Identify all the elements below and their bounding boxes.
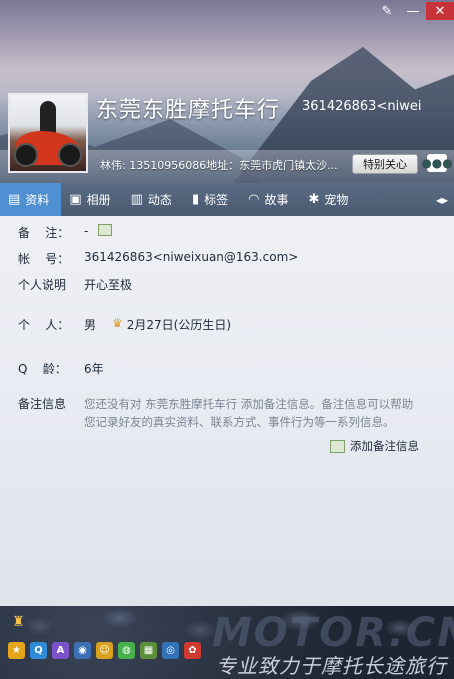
star-icon[interactable]: ★ [8, 642, 25, 659]
pet-icon[interactable]: ✿ [184, 642, 201, 659]
account-label: 帐 号： [18, 252, 70, 266]
qq-id: 361426863<niwei [302, 99, 422, 114]
crown-icon: ♛ [112, 316, 123, 330]
person-label: 个 人： [18, 318, 70, 332]
watermark-slogan: 专业致力于摩托长途旅行 [216, 654, 447, 678]
tab-label: 资料 [25, 193, 50, 207]
tab-label: 故事 [264, 193, 289, 207]
tab-label: 宠物 [324, 193, 349, 207]
qzone-icon[interactable]: Q [30, 642, 47, 659]
id-card-icon: ▤ [8, 192, 21, 207]
tab-label: 相册 [86, 193, 111, 207]
tab-story[interactable]: ◠ 故事 [240, 183, 300, 216]
signature: 林伟: 13510956086地址：东莞市虎门镇太沙... [100, 159, 338, 172]
window-controls: ✎ — ✕ [374, 2, 454, 20]
intro-label: 个人说明 [18, 278, 67, 292]
app-tray: ★ Q A ◉ ☺ ◍ ▦ ◎ ✿ [8, 642, 201, 659]
tab-label: 动态 [147, 193, 172, 207]
avatar[interactable] [8, 93, 88, 173]
tab-label: 标签 [204, 193, 229, 207]
gift-icon[interactable]: ▦ [140, 642, 157, 659]
badge-icon[interactable]: ♜ [12, 614, 25, 630]
rainbow-icon: ◠ [248, 192, 260, 207]
photo-icon: ▣ [69, 192, 82, 207]
age-value: 6年 [84, 362, 104, 376]
note-text: 您还没有对 东莞东胜摩托车行 添加备注信息。备注信息可以帮助您记录好友的真实资料… [84, 397, 414, 429]
age-label: Q 龄： [18, 362, 67, 376]
tab-album[interactable]: ▣ 相册 [61, 183, 122, 216]
note-row: 备注信息 [18, 395, 84, 412]
gender-value: 男 [84, 318, 97, 332]
intro-value: 开心至极 [84, 278, 133, 292]
bookmark-icon: ▮ [191, 192, 200, 207]
tab-feed[interactable]: ▥ 动态 [123, 183, 184, 216]
eye-icon[interactable]: ◎ [162, 642, 179, 659]
special-care-button[interactable]: 特别关心 [352, 154, 418, 174]
note-label: 备注信息 [18, 397, 67, 411]
tab-scroll-arrows[interactable]: ◂▸ [436, 193, 454, 207]
tab-pet[interactable]: ✱ 宠物 [300, 183, 360, 216]
tab-info[interactable]: ▤ 资料 [0, 183, 62, 216]
minimize-icon[interactable]: — [400, 2, 426, 20]
paw-icon: ✱ [308, 192, 320, 207]
remark-value: - [84, 224, 89, 238]
chat-bubble-icon[interactable]: ●●● [421, 154, 453, 172]
brush-icon[interactable]: ✎ [374, 2, 400, 20]
account-value: 361426863<niweixuan@163.com> [84, 250, 299, 264]
intro-row: 个人说明 开心至极 [18, 276, 132, 293]
account-row: 帐 号： 361426863<niweixuan@163.com> [18, 250, 298, 267]
edit-remark-icon[interactable] [98, 224, 113, 236]
person-row: 个 人： 男 ♛ 2月27日(公历生日) [18, 316, 231, 333]
profile-name: 东莞东胜摩托车行 [96, 98, 281, 123]
add-note-link[interactable]: 添加备注信息 [330, 438, 419, 454]
add-note-label: 添加备注信息 [350, 439, 419, 453]
remark-label: 备 注： [18, 226, 70, 240]
remark-row: 备 注： - [18, 224, 113, 241]
group-icon[interactable]: ☺ [96, 642, 113, 659]
feed-icon: ▥ [130, 192, 143, 207]
wechat-icon[interactable]: ◍ [118, 642, 135, 659]
camera-icon[interactable]: ◉ [74, 642, 91, 659]
profile-tabs: ▤ 资料 ▣ 相册 ▥ 动态 ▮ 标签 ◠ 故事 ✱ 宠物 ◂▸ [0, 183, 454, 216]
app-icon[interactable]: A [52, 642, 69, 659]
add-note-icon [330, 439, 345, 453]
birthday-value: 2月27日(公历生日) [126, 318, 232, 332]
close-icon[interactable]: ✕ [426, 2, 454, 20]
tab-tags[interactable]: ▮ 标签 [184, 183, 240, 216]
age-row: Q 龄： 6年 [18, 360, 104, 377]
